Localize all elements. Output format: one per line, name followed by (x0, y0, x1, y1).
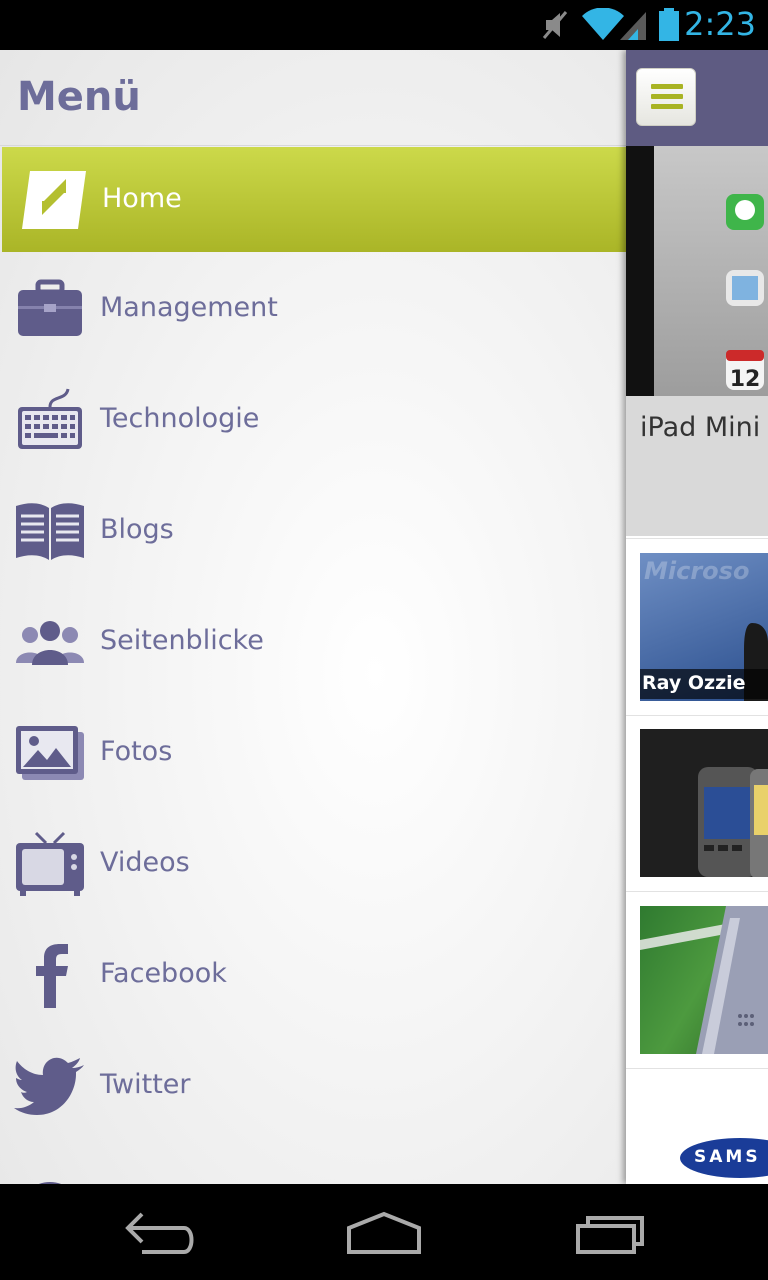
hamburger-line (651, 104, 683, 109)
menu-toggle-button[interactable] (636, 68, 696, 126)
device-image (640, 906, 768, 1054)
clock: 2:23 (684, 5, 756, 43)
menu-item-management[interactable]: Management (0, 256, 626, 361)
keyboard-icon (18, 388, 82, 449)
back-icon[interactable] (106, 1204, 216, 1260)
twitter-icon (14, 1057, 84, 1115)
thumbnail-caption: Ray Ozzie (640, 669, 768, 699)
content-header (626, 50, 768, 146)
menu-item-twitter[interactable]: Twitter (0, 1033, 626, 1138)
facebook-icon (36, 944, 68, 1008)
menu-item-label: Seitenblicke (100, 625, 264, 656)
wifi-icon (582, 8, 624, 40)
open-book-icon (16, 503, 84, 560)
article-thumbnail[interactable] (640, 729, 768, 877)
navigation-drawer: Menü Home Management Technologie Blogs S… (0, 50, 626, 1184)
menu-item-label: Fotos (100, 736, 173, 767)
briefcase-icon (18, 279, 82, 336)
menu-item-label: Facebook (100, 958, 227, 989)
featured-title: iPad Mini (640, 412, 761, 443)
thumbnail-logo-text: SAMS (680, 1138, 768, 1178)
menu-item-info[interactable] (0, 1144, 626, 1184)
hamburger-line (651, 84, 683, 89)
article-thumbnail[interactable]: Microso Ray Ozzie (640, 553, 768, 701)
menu-item-label: Technologie (100, 403, 260, 434)
menu-item-blogs[interactable]: Blogs (0, 478, 626, 583)
menu-item-home[interactable]: Home (2, 147, 626, 252)
menu-item-label: Twitter (100, 1069, 191, 1100)
recent-apps-icon[interactable] (556, 1204, 666, 1260)
menu-item-label: Blogs (100, 514, 174, 545)
menu-item-facebook[interactable]: Facebook (0, 922, 626, 1027)
menu-item-seitenblicke[interactable]: Seitenblicke (0, 589, 626, 694)
phones-image (698, 767, 768, 877)
menu-item-videos[interactable]: Videos (0, 811, 626, 916)
hamburger-line (651, 94, 683, 99)
info-icon (38, 1182, 62, 1184)
menu-item-fotos[interactable]: Fotos (0, 700, 626, 805)
divider (626, 715, 768, 716)
drawer-header: Menü (0, 50, 626, 146)
calendar-day: 12 (730, 367, 761, 392)
article-thumbnail[interactable]: SAMS (640, 1082, 768, 1184)
menu-item-label: Videos (100, 847, 190, 878)
battery-icon (659, 8, 679, 41)
status-bar: 2:23 (0, 0, 768, 50)
app-logo-icon (22, 171, 86, 229)
ipad-screen-icons: 12 (726, 194, 764, 392)
divider (626, 891, 768, 892)
menu-item-label: Management (100, 292, 278, 323)
menu-item-label: Home (102, 183, 182, 214)
featured-image: 12 (626, 146, 768, 396)
home-icon[interactable] (329, 1204, 439, 1260)
navigation-bar (0, 1184, 768, 1280)
photo-icon (16, 726, 84, 780)
people-icon (16, 621, 84, 665)
muted-icon (542, 11, 568, 39)
content-panel: 12 iPad Mini Microso Ray Ozzie SAMS (626, 50, 768, 1184)
article-thumbnail[interactable] (640, 906, 768, 1054)
signal-icon (620, 12, 646, 40)
divider (626, 538, 768, 539)
divider (626, 1068, 768, 1069)
tv-icon (16, 831, 84, 896)
menu-item-technologie[interactable]: Technologie (0, 367, 626, 472)
drawer-title: Menü (17, 74, 141, 120)
featured-article[interactable]: 12 iPad Mini (626, 146, 768, 536)
